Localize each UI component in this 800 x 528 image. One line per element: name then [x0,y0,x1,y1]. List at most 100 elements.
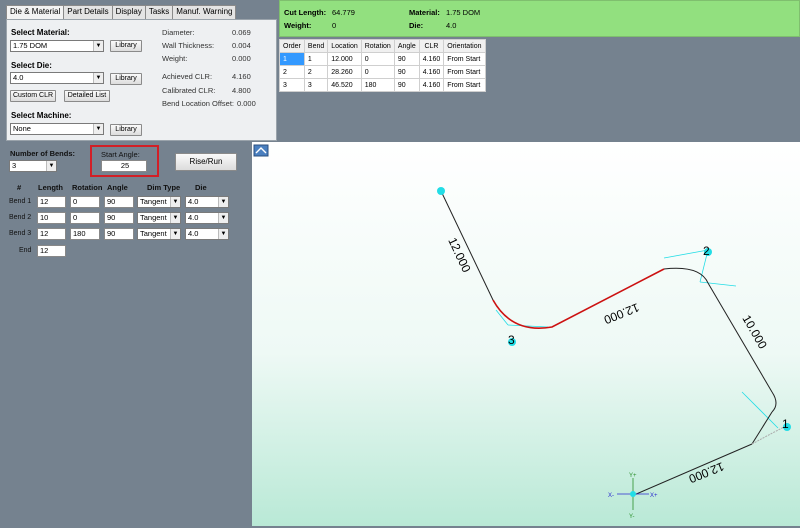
material-select-value: 1.75 DOM [13,41,48,50]
tab-manuf-warning[interactable]: Manuf. Warning [172,5,237,19]
machine-select-value: None [13,124,31,133]
node-label-2: 2 [703,244,710,258]
wall-thickness-label: Wall Thickness: [162,41,215,50]
col-rotation[interactable]: Rotation [360,39,395,53]
weight-value: 0.000 [232,54,251,63]
col-location[interactable]: Location [327,39,362,53]
col-orientation[interactable]: Orientation [443,39,486,53]
bend-1-die-select[interactable]: 4.0 ▼ [185,196,229,208]
bend-3-die-value: 4.0 [188,229,199,238]
table-cell[interactable]: From Start [443,52,486,66]
table-cell[interactable]: 28.260 [327,65,362,79]
chevron-down-icon: ▼ [93,73,103,83]
tab-part-details[interactable]: Part Details [63,5,113,19]
machine-select[interactable]: None ▼ [10,123,104,135]
dim-label-first: 12.000 [445,235,473,274]
bend-2-dim-type-value: Tangent [140,213,167,222]
detailed-list-button[interactable]: Detailed List [64,90,110,102]
bend-2-die-value: 4.0 [188,213,199,222]
material-library-button[interactable]: Library [110,40,142,52]
chevron-down-icon: ▼ [218,197,228,207]
bend-3-dim-type-select[interactable]: Tangent ▼ [137,228,181,240]
table-cell[interactable]: 3 [279,78,305,92]
bend-order-table: Order Bend Location Rotation Angle CLR O… [279,39,486,92]
table-header-row: Order Bend Location Rotation Angle CLR O… [279,39,486,53]
chevron-down-icon: ▼ [170,213,180,223]
calibrated-clr-value: 4.800 [232,86,251,95]
start-node[interactable] [437,187,445,195]
table-cell[interactable]: 180 [360,78,395,92]
bend-1-angle-input[interactable]: 90 [104,196,134,208]
tube-preview-canvas[interactable]: 2 3 1 12.000 12.000 10.000 12.000 Y+ Y- … [252,142,800,526]
bend-3-length-input[interactable]: 12 [37,228,66,240]
table-cell[interactable]: 2 [303,65,329,79]
die-library-button[interactable]: Library [110,73,142,85]
calibrated-clr-label: Calibrated CLR: [162,86,216,95]
col-dim-type: Dim Type [147,183,181,192]
bend-2-length-input[interactable]: 10 [37,212,66,224]
bend-3-angle-input[interactable]: 90 [104,228,134,240]
col-order[interactable]: Order [279,39,305,53]
bend-2-die-select[interactable]: 4.0 ▼ [185,212,229,224]
bend-2-dim-type-select[interactable]: Tangent ▼ [137,212,181,224]
end-label: End [19,247,32,254]
table-cell[interactable]: 0 [360,65,395,79]
table-cell[interactable]: 1 [303,52,329,66]
bend-1-length-input[interactable]: 12 [37,196,66,208]
table-cell[interactable]: 1 [279,52,305,66]
die-summary-label: Die: [409,21,424,30]
table-cell[interactable]: 4.160 [418,65,445,79]
die-select-value: 4.0 [13,73,24,82]
table-cell[interactable]: 4.160 [418,78,445,92]
tube-path [440,190,777,496]
rise-run-button[interactable]: Rise/Run [175,153,237,171]
chevron-down-icon: ▼ [218,229,228,239]
bend-3-die-select[interactable]: 4.0 ▼ [185,228,229,240]
weight-summary-label: Weight: [284,21,312,30]
custom-clr-button[interactable]: Custom CLR [10,90,56,102]
end-length-input[interactable]: 12 [37,245,66,257]
table-row[interactable]: 3 3 46.520 180 90 4.160 From Start [279,78,486,92]
table-cell[interactable]: 3 [303,78,329,92]
chevron-down-icon: ▼ [93,41,103,51]
die-select[interactable]: 4.0 ▼ [10,72,104,84]
table-cell[interactable]: 90 [393,52,420,66]
material-select[interactable]: 1.75 DOM ▼ [10,40,104,52]
col-angle[interactable]: Angle [393,39,420,53]
col-clr[interactable]: CLR [418,39,445,53]
table-row[interactable]: 1 1 12.000 0 90 4.160 From Start [279,52,486,66]
tab-die-material[interactable]: Die & Material [6,5,65,20]
table-cell[interactable]: 4.160 [418,52,445,66]
table-cell[interactable]: 12.000 [327,52,362,66]
bend-1-rotation-input[interactable]: 0 [70,196,100,208]
table-cell[interactable]: From Start [443,78,486,92]
achieved-clr-label: Achieved CLR: [162,72,213,81]
die-material-panel: Select Material: 1.75 DOM ▼ Library Sele… [6,19,277,141]
col-bend[interactable]: Bend [303,39,329,53]
chevron-down-icon: ▼ [170,229,180,239]
bend-location-offset-label: Bend Location Offset: [162,99,234,108]
table-cell[interactable]: 46.520 [327,78,362,92]
number-of-bends-value: 3 [12,161,17,170]
bend-1-dim-type-select[interactable]: Tangent ▼ [137,196,181,208]
bend-3-rotation-input[interactable]: 180 [70,228,100,240]
view-toggle-icon[interactable] [253,144,269,157]
table-cell[interactable]: 2 [279,65,305,79]
tab-display[interactable]: Display [111,5,146,19]
bend-2-angle-input[interactable]: 90 [104,212,134,224]
table-cell[interactable]: 0 [360,52,395,66]
axis-x-minus: X- [608,493,614,499]
table-cell[interactable]: 90 [393,65,420,79]
material-summary-label: Material: [409,8,440,17]
tab-tasks[interactable]: Tasks [144,5,174,19]
table-row[interactable]: 2 2 28.260 0 90 4.160 From Start [279,65,486,79]
col-rotation-header: Rotation [72,183,103,192]
table-cell[interactable]: 90 [393,78,420,92]
bend-2-rotation-input[interactable]: 0 [70,212,100,224]
table-cell[interactable]: From Start [443,65,486,79]
die-summary-value: 4.0 [446,21,457,30]
machine-library-button[interactable]: Library [110,124,142,136]
number-of-bends-select[interactable]: 3 ▼ [9,160,57,172]
selected-segment[interactable] [492,268,665,329]
start-angle-input[interactable]: 25 [101,160,147,172]
